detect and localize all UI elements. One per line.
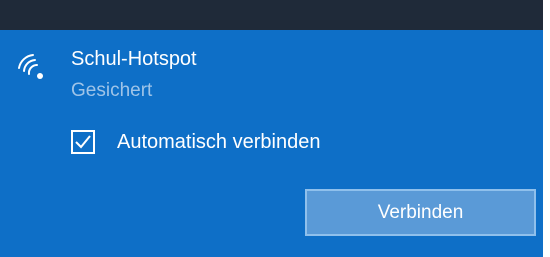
screenshot-frame: Schul-Hotspot Gesichert Automatisch verb… (0, 0, 550, 257)
wifi-icon (16, 52, 48, 84)
network-security-status: Gesichert (71, 80, 153, 101)
auto-connect-option[interactable]: Automatisch verbinden (71, 130, 320, 154)
connect-button[interactable]: Verbinden (305, 189, 536, 236)
wifi-network-card[interactable]: Schul-Hotspot Gesichert Automatisch verb… (0, 30, 543, 257)
taskbar-strip (0, 0, 543, 30)
network-name: Schul-Hotspot (71, 48, 197, 70)
checkmark-icon (75, 135, 91, 149)
auto-connect-checkbox[interactable] (71, 130, 95, 154)
auto-connect-label: Automatisch verbinden (117, 131, 321, 153)
